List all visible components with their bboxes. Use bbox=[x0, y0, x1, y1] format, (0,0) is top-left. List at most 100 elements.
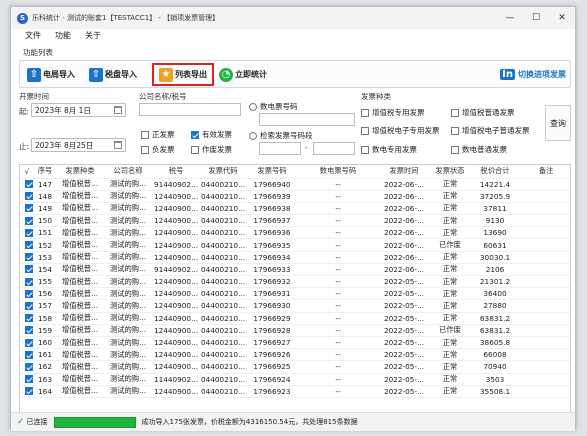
table-cell: 66008 bbox=[470, 348, 520, 362]
checkbox-box bbox=[24, 350, 33, 359]
column-header[interactable]: 备注 bbox=[520, 165, 570, 179]
type-digital-special-checkbox[interactable]: 数电专用发票 bbox=[361, 144, 417, 155]
table-cell: 04400210... bbox=[200, 263, 246, 277]
menu-bar: 文件 功能 关于 bbox=[25, 30, 101, 41]
table-row[interactable]: 163 增值税普... 测试的购... 11440902... 04400210... 1… bbox=[20, 373, 570, 386]
row-select-checkbox[interactable] bbox=[20, 385, 34, 398]
table-row[interactable]: 161 增值税普... 测试的购... 12440900... 04400210... 1… bbox=[20, 348, 570, 362]
column-header[interactable]: 发票种类 bbox=[56, 165, 104, 179]
void-invoice-checkbox[interactable]: 作废发票 bbox=[191, 144, 232, 155]
end-date-picker[interactable]: 2023年 8月25日 bbox=[31, 138, 126, 152]
positive-invoice-checkbox[interactable]: 正发票 bbox=[141, 129, 175, 140]
table-cell: 17966938 bbox=[246, 202, 298, 216]
function-toolbar: ⇧ 电局导入 ⇧ 税盘导入 ★ 列表导出 ◔ 立即统计 In 切换进项发票 bbox=[19, 60, 571, 88]
table-cell: 增值税普... bbox=[56, 275, 104, 289]
menu-about[interactable]: 关于 bbox=[85, 30, 101, 41]
query-button[interactable]: 查询 bbox=[545, 105, 571, 141]
range-end-input[interactable] bbox=[313, 142, 355, 155]
minimize-icon[interactable]: — bbox=[497, 7, 523, 29]
table-row[interactable]: 151 增值税普... 测试的购... 12440900... 04400210... 1… bbox=[20, 226, 570, 240]
table-cell: 正常 bbox=[430, 312, 470, 325]
valid-invoice-checkbox[interactable]: 有效发票 bbox=[191, 129, 232, 140]
digital-number-radio[interactable]: 数电票号码 bbox=[249, 101, 298, 112]
table-row[interactable]: 154 增值税普... 测试的购... 91440902... 04400210... 1… bbox=[20, 263, 570, 277]
column-header[interactable]: 发票号码 bbox=[246, 165, 298, 179]
table-row[interactable]: 153 增值税普... 测试的购... 12440900... 04400210... 1… bbox=[20, 251, 570, 264]
table-row[interactable]: 160 增值税普... 测试的购... 12440900... 04400210... 1… bbox=[20, 336, 570, 350]
table-cell: 17966924 bbox=[246, 373, 298, 386]
close-icon[interactable]: ✕ bbox=[549, 7, 575, 29]
column-header[interactable]: 发票代码 bbox=[200, 165, 246, 179]
table-cell: 2022-06-... bbox=[378, 251, 430, 264]
column-header[interactable]: 公司名称 bbox=[104, 165, 152, 179]
table-cell bbox=[520, 275, 570, 289]
calendar-icon[interactable] bbox=[114, 106, 122, 114]
type-vat-normal-checkbox[interactable]: 增值税普通发票 bbox=[451, 107, 515, 118]
table-row[interactable]: 164 增值税普... 测试的购... 12440900... 04400210... 1… bbox=[20, 385, 570, 398]
menu-file[interactable]: 文件 bbox=[25, 30, 41, 41]
maximize-icon[interactable]: ☐ bbox=[523, 7, 549, 29]
table-row[interactable]: 162 增值税普... 测试的购... 12440900... 04400210... 1… bbox=[20, 360, 570, 374]
import-taxdisk-button[interactable]: ⇧ 税盘导入 bbox=[86, 65, 140, 84]
end-label: 止: bbox=[19, 142, 30, 151]
switch-input-invoice-button[interactable]: In 切换进项发票 bbox=[500, 65, 566, 84]
row-select-checkbox[interactable] bbox=[20, 373, 34, 386]
column-header[interactable]: 发票时间 bbox=[378, 165, 430, 179]
stat-now-button[interactable]: ◔ 立即统计 bbox=[216, 65, 270, 84]
range-start-input[interactable] bbox=[259, 142, 301, 155]
row-select-checkbox[interactable] bbox=[20, 336, 34, 350]
calendar-icon[interactable] bbox=[114, 141, 122, 149]
table-row[interactable]: 148 增值税普... 测试的购... 12440900... 04400210... 1… bbox=[20, 190, 570, 203]
table-row[interactable]: 155 增值税普... 测试的购... 12440900... 04400210... 1… bbox=[20, 275, 570, 289]
row-select-checkbox[interactable] bbox=[20, 238, 34, 252]
table-cell: 2022-06-... bbox=[378, 190, 430, 203]
import-electronic-button[interactable]: ⇧ 电局导入 bbox=[24, 65, 78, 84]
column-header[interactable]: 发票状态 bbox=[430, 165, 470, 179]
row-select-checkbox[interactable] bbox=[20, 226, 34, 240]
checkbox-box bbox=[24, 289, 33, 298]
table-row[interactable]: 156 增值税普... 测试的购... 12440900... 04400210... 1… bbox=[20, 287, 570, 301]
row-select-checkbox[interactable] bbox=[20, 312, 34, 325]
row-select-checkbox[interactable] bbox=[20, 275, 34, 289]
menu-function[interactable]: 功能 bbox=[55, 30, 71, 41]
row-select-checkbox[interactable] bbox=[20, 324, 34, 337]
row-select-checkbox[interactable] bbox=[20, 202, 34, 216]
table-row[interactable]: 149 增值税普... 测试的购... 12440900... 04400210... 1… bbox=[20, 202, 570, 216]
export-list-button[interactable]: ★ 列表导出 bbox=[152, 63, 214, 86]
table-row[interactable]: 147 增值税普... 测试的购... 91440902... 04400210... 1… bbox=[20, 178, 570, 191]
number-range-radio[interactable]: 检索发票号码段 bbox=[249, 130, 313, 141]
row-select-checkbox[interactable] bbox=[20, 360, 34, 374]
row-select-checkbox[interactable] bbox=[20, 251, 34, 264]
column-header[interactable]: 序号 bbox=[34, 165, 56, 179]
column-header[interactable]: 税号 bbox=[152, 165, 200, 179]
row-select-checkbox[interactable] bbox=[20, 178, 34, 191]
table-row[interactable]: 150 增值税普... 测试的购... 12440900... 04400210... 1… bbox=[20, 214, 570, 228]
table-cell: 162 bbox=[34, 360, 56, 374]
type-vat-e-special-checkbox[interactable]: 增值税电子专用发票 bbox=[361, 125, 440, 136]
row-select-checkbox[interactable] bbox=[20, 190, 34, 203]
row-select-checkbox[interactable] bbox=[20, 263, 34, 277]
type-digital-normal-checkbox[interactable]: 数电普通发票 bbox=[451, 144, 507, 155]
row-select-checkbox[interactable] bbox=[20, 299, 34, 313]
row-select-checkbox[interactable] bbox=[20, 348, 34, 362]
start-date-picker[interactable]: 2023年 8月 1日 bbox=[31, 103, 126, 117]
row-select-checkbox[interactable] bbox=[20, 214, 34, 228]
checkbox-box bbox=[24, 253, 33, 262]
table-row[interactable]: 158 增值税普... 测试的购... 12440900... 04400210... 1… bbox=[20, 312, 570, 325]
row-select-checkbox[interactable] bbox=[20, 287, 34, 301]
table-row[interactable]: 157 增值税普... 测试的购... 12440900... 04400210... 1… bbox=[20, 299, 570, 313]
upload-icon: ⇧ bbox=[27, 67, 41, 82]
type-vat-special-checkbox[interactable]: 增值税专用发票 bbox=[361, 107, 425, 118]
table-row[interactable]: 159 增值税普... 测试的购... 12440900... 04400210... 1… bbox=[20, 324, 570, 337]
table-cell bbox=[520, 178, 570, 191]
table-cell: 38605.8 bbox=[470, 336, 520, 350]
column-header[interactable]: 税价合计 bbox=[470, 165, 520, 179]
digital-number-input[interactable] bbox=[259, 113, 355, 126]
table-cell: 增值税普... bbox=[56, 385, 104, 398]
column-header[interactable]: 数电票号码 bbox=[298, 165, 378, 179]
company-input[interactable] bbox=[139, 103, 241, 116]
column-header[interactable]: √ bbox=[20, 165, 34, 179]
type-vat-e-normal-checkbox[interactable]: 增值税电子普通发票 bbox=[451, 125, 530, 136]
negative-invoice-checkbox[interactable]: 负发票 bbox=[141, 144, 175, 155]
table-row[interactable]: 152 增值税普... 测试的购... 12440900... 04400210... 1… bbox=[20, 238, 570, 252]
